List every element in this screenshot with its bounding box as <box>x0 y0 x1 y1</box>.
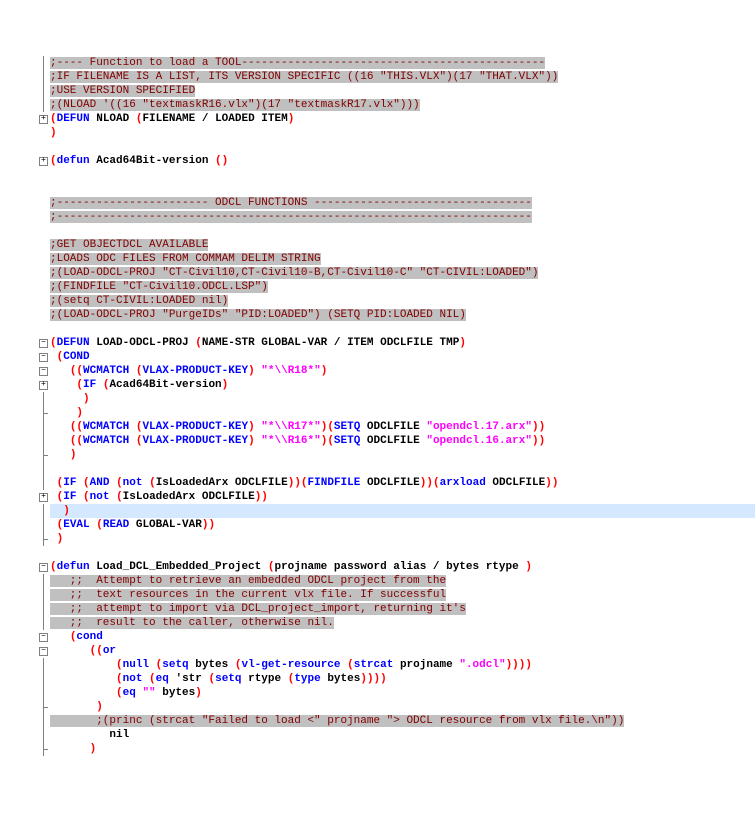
fold-line <box>39 518 48 532</box>
code-line[interactable] <box>50 182 755 196</box>
fold-line <box>39 420 48 434</box>
fold-expand-icon[interactable]: + <box>39 115 48 124</box>
code-line[interactable] <box>50 224 755 238</box>
fold-line <box>39 434 48 448</box>
code-line[interactable]: ;; text resources in the current vlx fil… <box>50 588 755 602</box>
code-line[interactable]: ;---- Function to load a TOOL-----------… <box>50 56 755 70</box>
code-line[interactable]: ;LOADS ODC FILES FROM COMMAM DELIM STRIN… <box>50 252 755 266</box>
code-line[interactable]: ;IF FILENAME IS A LIST, ITS VERSION SPEC… <box>50 70 755 84</box>
code-line[interactable]: ) <box>50 406 755 420</box>
fold-end <box>39 700 48 714</box>
code-line[interactable] <box>50 546 755 560</box>
code-line[interactable] <box>50 462 755 476</box>
fold-collapse-icon[interactable]: − <box>39 633 48 642</box>
fold-line <box>39 504 48 518</box>
code-line[interactable]: ;(setq CT-CIVIL:LOADED nil) <box>50 294 755 308</box>
fold-line <box>39 574 48 588</box>
code-line[interactable]: (defun Load_DCL_Embedded_Project (projna… <box>50 560 755 574</box>
code-line[interactable]: nil <box>50 728 755 742</box>
code-line[interactable]: ;(princ (strcat "Failed to load <" projn… <box>50 714 755 728</box>
fold-collapse-icon[interactable]: − <box>39 367 48 376</box>
code-line[interactable]: ) <box>50 448 755 462</box>
code-line[interactable] <box>50 322 755 336</box>
fold-line <box>39 714 48 728</box>
code-area[interactable]: ;---- Function to load a TOOL-----------… <box>50 56 755 756</box>
fold-line <box>39 84 48 98</box>
code-line[interactable]: ) <box>50 742 755 756</box>
fold-collapse-icon[interactable]: − <box>39 339 48 348</box>
code-line[interactable]: ;GET OBJECTDCL AVAILABLE <box>50 238 755 252</box>
code-line[interactable]: ;(FINDFILE "CT-Civil10.ODCL.LSP") <box>50 280 755 294</box>
code-line[interactable]: ;; attempt to import via DCL_project_imp… <box>50 602 755 616</box>
code-line[interactable]: ((WCMATCH (VLAX-PRODUCT-KEY) "*\\R18*") <box>50 364 755 378</box>
code-line[interactable]: (DEFUN LOAD-ODCL-PROJ (NAME-STR GLOBAL-V… <box>50 336 755 350</box>
fold-line <box>39 462 48 476</box>
code-line[interactable]: (COND <box>50 350 755 364</box>
code-line[interactable]: (IF (not (IsLoadedArx ODCLFILE)) <box>50 490 755 504</box>
code-line[interactable]: (DEFUN NLOAD (FILENAME / LOADED ITEM) <box>50 112 755 126</box>
code-line[interactable]: ((WCMATCH (VLAX-PRODUCT-KEY) "*\\R17*")(… <box>50 420 755 434</box>
fold-line <box>39 98 48 112</box>
code-editor[interactable]: + + − − − + + − − − ;---- Function to load a TOOL… <box>0 56 755 756</box>
code-line[interactable]: ;---------------------------------------… <box>50 210 755 224</box>
code-line[interactable]: (not (eq 'str (setq rtype (type bytes)))… <box>50 672 755 686</box>
fold-line <box>39 686 48 700</box>
code-line[interactable]: (null (setq bytes (vl-get-resource (strc… <box>50 658 755 672</box>
code-line[interactable]: ((WCMATCH (VLAX-PRODUCT-KEY) "*\\R16*")(… <box>50 434 755 448</box>
fold-collapse-icon[interactable]: − <box>39 647 48 656</box>
fold-line <box>39 56 48 70</box>
code-line[interactable]: (eq "" bytes) <box>50 686 755 700</box>
code-line[interactable]: ) <box>50 700 755 714</box>
fold-expand-icon[interactable]: + <box>39 493 48 502</box>
code-line[interactable]: ;----------------------- ODCL FUNCTIONS … <box>50 196 755 210</box>
fold-end <box>39 742 48 756</box>
code-line[interactable] <box>50 168 755 182</box>
fold-line <box>39 728 48 742</box>
fold-line <box>39 392 48 406</box>
fold-line <box>39 70 48 84</box>
code-line[interactable]: (defun Acad64Bit-version () <box>50 154 755 168</box>
fold-line <box>39 602 48 616</box>
fold-end <box>39 448 48 462</box>
fold-expand-icon[interactable]: + <box>39 381 48 390</box>
fold-collapse-icon[interactable]: − <box>39 563 48 572</box>
code-line[interactable]: ((or <box>50 644 755 658</box>
fold-line <box>39 476 48 490</box>
code-line[interactable]: ) <box>50 532 755 546</box>
code-line[interactable]: ) <box>50 504 755 518</box>
code-line[interactable]: ;(NLOAD '((16 "textmaskR16.vlx")(17 "tex… <box>50 98 755 112</box>
code-line[interactable]: ;; Attempt to retrieve an embedded ODCL … <box>50 574 755 588</box>
fold-line <box>39 588 48 602</box>
code-line[interactable]: ;USE VERSION SPECIFIED <box>50 84 755 98</box>
code-line[interactable]: ;; result to the caller, otherwise nil. <box>50 616 755 630</box>
fold-end <box>39 406 48 420</box>
code-line[interactable]: ;(LOAD-ODCL-PROJ "CT-Civil10,CT-Civil10-… <box>50 266 755 280</box>
fold-line <box>39 616 48 630</box>
code-line[interactable]: (IF (AND (not (IsLoadedArx ODCLFILE))(FI… <box>50 476 755 490</box>
fold-gutter: + + − − − + + − − − <box>0 56 50 756</box>
code-line[interactable] <box>50 140 755 154</box>
code-line[interactable]: ) <box>50 392 755 406</box>
fold-expand-icon[interactable]: + <box>39 157 48 166</box>
fold-end <box>39 532 48 546</box>
code-line[interactable]: (EVAL (READ GLOBAL-VAR)) <box>50 518 755 532</box>
code-line[interactable]: (cond <box>50 630 755 644</box>
code-line[interactable]: ;(LOAD-ODCL-PROJ "PurgeIDs" "PID:LOADED"… <box>50 308 755 322</box>
fold-line <box>39 672 48 686</box>
code-line[interactable]: ) <box>50 126 755 140</box>
fold-collapse-icon[interactable]: − <box>39 353 48 362</box>
code-line[interactable]: (IF (Acad64Bit-version) <box>50 378 755 392</box>
fold-line <box>39 658 48 672</box>
